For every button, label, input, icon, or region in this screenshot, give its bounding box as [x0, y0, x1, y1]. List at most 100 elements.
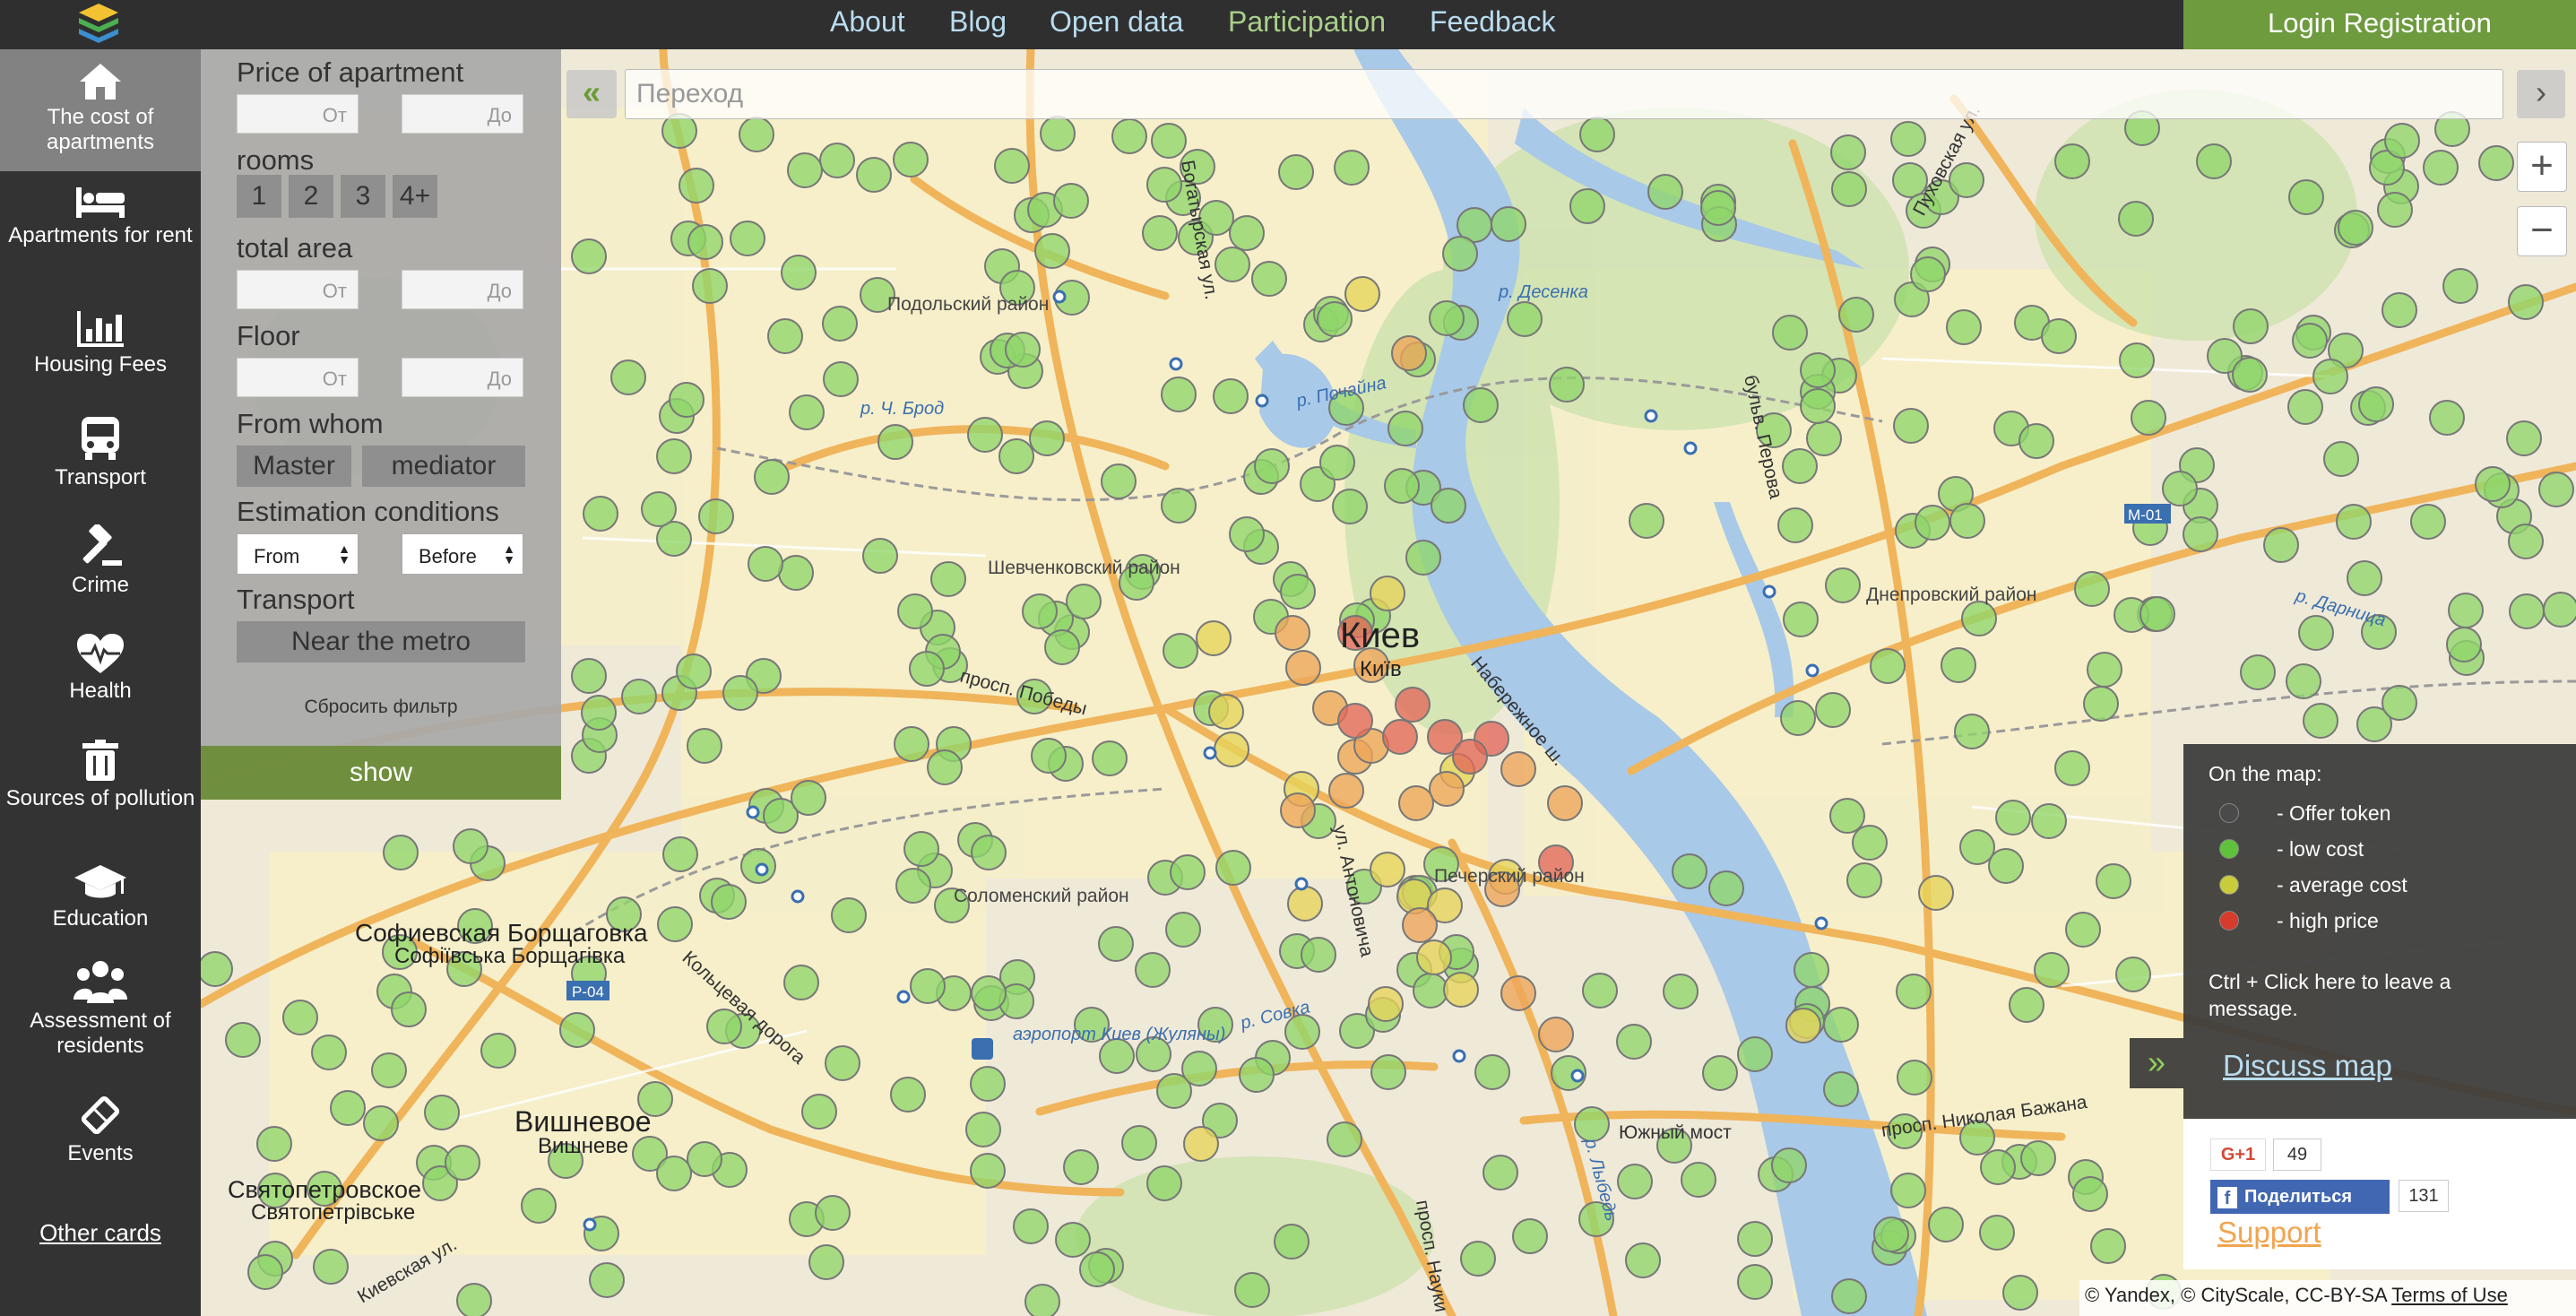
low-cost-marker[interactable]: [1031, 738, 1067, 774]
low-cost-marker[interactable]: [1053, 183, 1089, 219]
low-cost-marker[interactable]: [1066, 584, 1102, 619]
low-cost-marker[interactable]: [1823, 1071, 1859, 1107]
low-cost-marker[interactable]: [1988, 848, 2024, 884]
low-cost-marker[interactable]: [1873, 1216, 1909, 1252]
high-price-marker[interactable]: [1452, 739, 1488, 775]
high-price-marker[interactable]: [1395, 687, 1431, 723]
low-cost-marker[interactable]: [456, 1283, 492, 1316]
low-cost-marker[interactable]: [657, 906, 693, 942]
low-cost-marker[interactable]: [856, 157, 892, 193]
low-cost-marker[interactable]: [781, 255, 817, 290]
low-cost-marker[interactable]: [1463, 387, 1499, 423]
low-cost-marker[interactable]: [391, 991, 427, 1027]
low-cost-marker[interactable]: [909, 651, 945, 687]
above-average-marker[interactable]: [1285, 650, 1321, 686]
low-cost-marker[interactable]: [662, 836, 698, 872]
show-button[interactable]: show: [201, 746, 561, 800]
low-cost-marker[interactable]: [789, 394, 825, 430]
low-cost-marker[interactable]: [1959, 829, 1995, 865]
average-cost-marker[interactable]: [1368, 986, 1404, 1022]
low-cost-marker[interactable]: [1941, 647, 1976, 683]
low-cost-marker[interactable]: [2031, 803, 2067, 839]
low-cost-marker[interactable]: [862, 538, 898, 574]
price-from-input[interactable]: От: [237, 94, 359, 134]
low-cost-marker[interactable]: [1846, 862, 1882, 898]
low-cost-marker[interactable]: [1319, 445, 1355, 481]
low-cost-marker[interactable]: [2338, 210, 2373, 246]
low-cost-marker[interactable]: [1387, 411, 1423, 446]
room-4plus-button[interactable]: 4+: [393, 175, 437, 218]
low-cost-marker[interactable]: [1830, 134, 1866, 170]
low-cost-marker[interactable]: [1928, 1207, 1964, 1242]
low-cost-marker[interactable]: [687, 728, 722, 764]
low-cost-marker[interactable]: [1254, 448, 1290, 484]
sidebar-item-apartments-for-rent[interactable]: Apartments for rent: [0, 184, 201, 248]
low-cost-marker[interactable]: [2298, 615, 2334, 651]
reset-filter-button[interactable]: Сбросить фильтр: [201, 697, 561, 718]
low-cost-marker[interactable]: [2312, 359, 2348, 394]
login-registration-button[interactable]: Login Registration: [2183, 0, 2576, 49]
low-cost-marker[interactable]: [894, 726, 929, 762]
low-cost-marker[interactable]: [1737, 1036, 1773, 1072]
low-cost-marker[interactable]: [1980, 1149, 2016, 1185]
average-cost-marker[interactable]: [1443, 972, 1479, 1008]
zoom-in-button[interactable]: +: [2517, 142, 2567, 192]
search-go-button[interactable]: ›: [2517, 70, 2565, 118]
average-cost-marker[interactable]: [1918, 875, 1954, 911]
low-cost-marker[interactable]: [1838, 297, 1874, 333]
low-cost-marker[interactable]: [1737, 1264, 1773, 1300]
low-cost-marker[interactable]: [559, 1012, 595, 1048]
low-cost-marker[interactable]: [1897, 1060, 1932, 1095]
low-cost-marker[interactable]: [1507, 301, 1543, 337]
low-cost-marker[interactable]: [1800, 352, 1836, 388]
terms-of-use-link[interactable]: Terms of Use: [2391, 1284, 2508, 1306]
low-cost-marker[interactable]: [2054, 143, 2090, 179]
low-cost-marker[interactable]: [1165, 912, 1201, 948]
low-cost-marker[interactable]: [903, 831, 939, 867]
low-cost-marker[interactable]: [722, 675, 758, 711]
low-cost-marker[interactable]: [1151, 123, 1187, 159]
low-cost-marker[interactable]: [1616, 1024, 1652, 1060]
low-cost-marker[interactable]: [1055, 1222, 1091, 1258]
low-cost-marker[interactable]: [2475, 466, 2511, 502]
estimation-before-select[interactable]: Before ▲ ▼: [402, 533, 523, 575]
estimation-from-select[interactable]: From ▲ ▼: [237, 533, 359, 575]
near-metro-button[interactable]: Near the metro: [237, 621, 525, 662]
low-cost-marker[interactable]: [1022, 593, 1058, 629]
low-cost-marker[interactable]: [1823, 1007, 1859, 1043]
low-cost-marker[interactable]: [1831, 1278, 1867, 1314]
low-cost-marker[interactable]: [801, 1094, 837, 1130]
low-cost-marker[interactable]: [1301, 937, 1336, 973]
map-search-input[interactable]: Переход: [625, 69, 2503, 119]
low-cost-marker[interactable]: [583, 496, 618, 532]
low-cost-marker[interactable]: [1215, 850, 1251, 886]
low-cost-marker[interactable]: [1949, 162, 1984, 198]
low-cost-marker[interactable]: [748, 546, 783, 582]
low-cost-marker[interactable]: [256, 1126, 292, 1162]
low-cost-marker[interactable]: [2065, 912, 2101, 948]
low-cost-marker[interactable]: [1034, 233, 1070, 269]
low-cost-marker[interactable]: [1794, 952, 1829, 988]
low-cost-marker[interactable]: [1771, 1147, 1807, 1183]
low-cost-marker[interactable]: [2196, 143, 2232, 179]
low-cost-marker[interactable]: [1491, 206, 1526, 242]
low-cost-marker[interactable]: [783, 965, 819, 1000]
low-cost-marker[interactable]: [692, 268, 728, 304]
low-cost-marker[interactable]: [1044, 629, 1080, 665]
low-cost-marker[interactable]: [687, 224, 723, 260]
low-cost-marker[interactable]: [754, 459, 790, 495]
discuss-map-link[interactable]: Discuss map: [2223, 1049, 2392, 1083]
low-cost-marker[interactable]: [330, 1090, 366, 1126]
low-cost-marker[interactable]: [927, 749, 963, 785]
low-cost-marker[interactable]: [1161, 377, 1197, 412]
area-from-input[interactable]: От: [237, 270, 359, 309]
sidebar-item-housing-fees[interactable]: Housing Fees: [0, 309, 201, 377]
floor-from-input[interactable]: От: [237, 358, 359, 397]
low-cost-marker[interactable]: [2382, 292, 2417, 328]
low-cost-marker[interactable]: [2286, 663, 2321, 699]
above-average-marker[interactable]: [1500, 975, 1536, 1011]
low-cost-marker[interactable]: [424, 1095, 460, 1130]
low-cost-marker[interactable]: [1079, 1251, 1115, 1287]
low-cost-marker[interactable]: [2358, 386, 2394, 422]
low-cost-marker[interactable]: [1013, 1208, 1049, 1244]
